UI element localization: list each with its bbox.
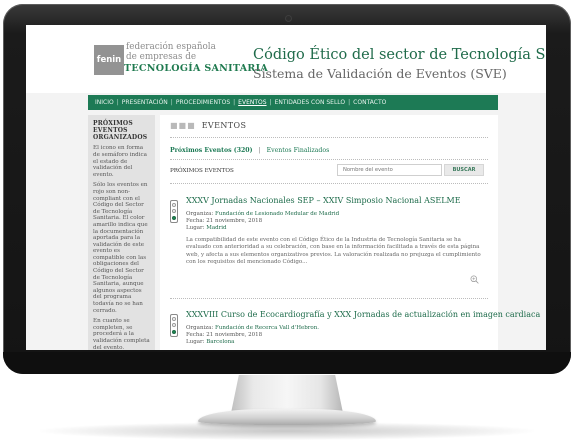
traffic-light-icon — [170, 314, 178, 337]
date-label: Fecha: — [186, 218, 205, 224]
main-nav: INICIO | PRESENTACIÓN | PROCEDIMIENTOS |… — [88, 95, 498, 110]
date-value: 21 noviembre, 2018 — [206, 332, 263, 338]
nav-item-contacto[interactable]: CONTACTO — [353, 99, 386, 106]
logo-text-federacion: federación española — [126, 42, 216, 52]
nav-separator: | — [116, 99, 119, 106]
tab-proximos-eventos[interactable]: Próximos Eventos (320) — [170, 147, 253, 154]
site-title: Código Ético del sector de Tecnología Sa… — [253, 47, 546, 63]
event-place: Lugar: Madrid — [186, 225, 227, 232]
nav-separator: | — [170, 99, 173, 106]
nav-item-inicio[interactable]: INICIO — [95, 99, 114, 106]
traffic-light-icon — [170, 200, 178, 223]
monitor-chin — [3, 352, 571, 374]
divider — [170, 183, 488, 184]
nav-item-entidades[interactable]: ENTIDADES CON SELLO — [275, 99, 346, 106]
event-tabs: Próximos Eventos (320) | Eventos Finaliz… — [170, 147, 329, 154]
date-label: Fecha: — [186, 332, 205, 338]
traffic-light-red-off — [172, 203, 176, 207]
monitor-stand-base — [198, 409, 376, 425]
event-title[interactable]: XXXVIII Curso de Ecocardiografía y XXX J… — [186, 310, 540, 320]
sidebar-paragraph: En cuanto se completen, se procederá a l… — [93, 318, 150, 350]
event-organizer: Organiza: Fundación de Recerca Vall d'He… — [186, 325, 319, 332]
tab-eventos-finalizados[interactable]: Eventos Finalizados — [267, 147, 330, 154]
section-title: ■■■ EVENTOS — [170, 121, 246, 130]
organizer-value[interactable]: Fundación de Lesionado Medular de Madrid — [215, 211, 339, 217]
event-date: Fecha: 21 noviembre, 2018 — [186, 218, 262, 225]
event-title[interactable]: XXXV Jornadas Nacionales SEP – XXIV Simp… — [186, 196, 461, 206]
section-dots-icon: ■■■ — [170, 121, 196, 130]
event-item: XXXV Jornadas Nacionales SEP – XXIV Simp… — [170, 196, 488, 306]
webcam-icon — [286, 16, 291, 21]
organizer-label: Organiza: — [186, 325, 214, 331]
fenin-logo-icon[interactable]: fenin — [94, 45, 124, 75]
nav-separator: | — [348, 99, 351, 106]
event-date: Fecha: 21 noviembre, 2018 — [186, 332, 262, 339]
list-label: PRÓXIMOS EVENTOS — [170, 168, 234, 174]
search-button[interactable]: BUSCAR — [444, 164, 484, 176]
logo-text-tecnologia: TECNOLOGÍA SANITARIA — [124, 63, 269, 74]
divider — [170, 159, 488, 160]
divider — [170, 298, 488, 299]
traffic-light-green-on — [172, 216, 176, 220]
sidebar-paragraph: El icono en forma de semáforo indica el … — [93, 145, 147, 178]
place-label: Lugar: — [186, 339, 205, 345]
date-value: 21 noviembre, 2018 — [206, 218, 263, 224]
event-description: La compatibilidad de este evento con el … — [186, 237, 481, 266]
traffic-light-green-on — [172, 330, 176, 334]
place-label: Lugar: — [186, 225, 205, 231]
traffic-light-yellow-off — [172, 323, 176, 327]
place-value: Madrid — [206, 225, 227, 231]
place-value: Barcelona — [206, 339, 235, 345]
traffic-light-red-off — [172, 317, 176, 321]
nav-item-presentacion[interactable]: PRESENTACIÓN — [122, 99, 168, 106]
organizer-label: Organiza: — [186, 211, 214, 217]
organizer-value[interactable]: Fundación de Recerca Vall d'Hebron. — [215, 325, 319, 331]
nav-separator: | — [233, 99, 236, 106]
sidebar-paragraph: Sólo los eventos en rojo son non-complia… — [93, 182, 148, 314]
nav-item-procedimientos[interactable]: PROCEDIMIENTOS — [176, 99, 230, 106]
divider — [170, 137, 488, 138]
site-subtitle: Sistema de Validación de Eventos (SVE) — [253, 66, 507, 81]
nav-separator: | — [269, 99, 272, 106]
logo-text-empresas: de empresas de — [126, 52, 197, 62]
traffic-light-yellow-off — [172, 209, 176, 213]
site-header: fenin federación española de empresas de… — [26, 25, 546, 93]
event-search-input[interactable] — [337, 164, 442, 176]
events-panel: ■■■ EVENTOS Próximos Eventos (320) | Even… — [160, 115, 540, 350]
tab-separator: | — [258, 147, 261, 154]
event-place: Lugar: Barcelona — [186, 339, 234, 346]
sidebar-title: PRÓXIMOS EVENTOS ORGANIZADOS — [93, 120, 148, 141]
event-item: XXXVIII Curso de Ecocardiografía y XXX J… — [170, 310, 540, 350]
event-organizer: Organiza: Fundación de Lesionado Medular… — [186, 211, 339, 218]
nav-item-eventos[interactable]: EVENTOS — [238, 99, 266, 106]
browser-screen: fenin federación española de empresas de… — [26, 25, 546, 350]
monitor-stand-neck — [231, 375, 343, 413]
zoom-in-icon[interactable] — [470, 275, 479, 284]
sidebar: PRÓXIMOS EVENTOS ORGANIZADOS El icono en… — [88, 115, 155, 350]
section-title-text: EVENTOS — [201, 121, 247, 130]
